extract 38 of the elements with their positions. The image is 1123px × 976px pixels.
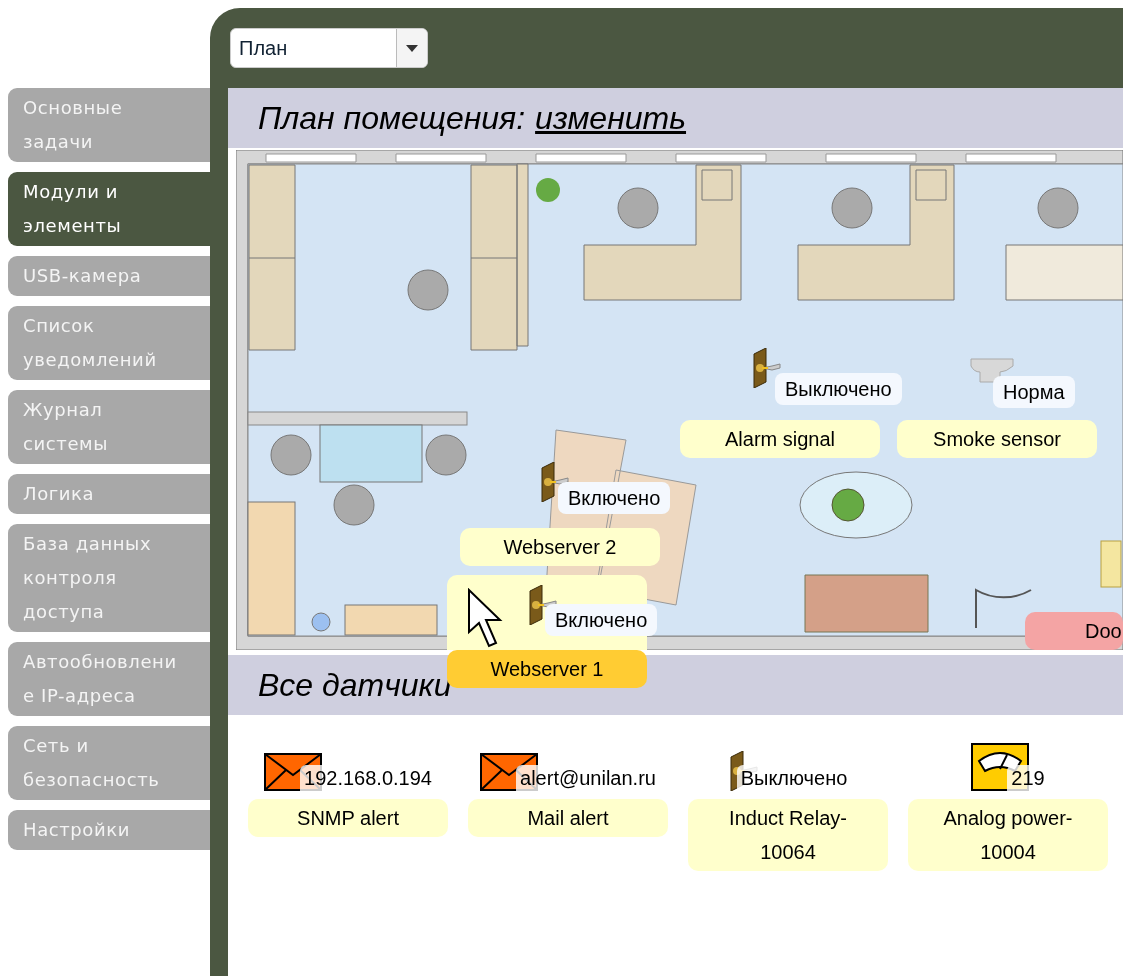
device-label[interactable]: Alarm signal bbox=[680, 420, 880, 458]
plan-title: План помещения: bbox=[258, 99, 526, 137]
chair-drawing bbox=[407, 269, 449, 311]
chair-drawing bbox=[617, 187, 659, 229]
bin-drawing bbox=[311, 612, 331, 632]
sensor-label[interactable]: Analog power-10004 bbox=[908, 799, 1108, 871]
chair-drawing bbox=[425, 434, 467, 476]
chair-drawing bbox=[270, 434, 312, 476]
chair-drawing bbox=[831, 187, 873, 229]
socket-icon bbox=[528, 585, 558, 625]
caret-icon bbox=[406, 44, 418, 52]
chair-drawing bbox=[333, 484, 375, 526]
smoke-detector-icon bbox=[970, 358, 1014, 386]
sensor-value: alert@unilan.ru bbox=[516, 765, 656, 791]
socket-icon bbox=[540, 462, 570, 502]
chair-drawing bbox=[1037, 187, 1079, 229]
view-dropdown[interactable]: План bbox=[230, 28, 428, 68]
mouse-cursor-icon bbox=[467, 588, 503, 650]
sidebar-item[interactable]: Модули и элементы bbox=[8, 172, 210, 246]
device-label[interactable]: Smoke sensor bbox=[897, 420, 1097, 458]
plant-drawing bbox=[536, 178, 560, 202]
edit-link[interactable]: изменить bbox=[535, 99, 687, 137]
device-status: Включено bbox=[558, 482, 671, 514]
device-status: Включено bbox=[545, 604, 658, 636]
sensor-value: 192.168.0.194 bbox=[300, 765, 432, 791]
device-label[interactable]: Webserver 2 bbox=[460, 528, 660, 566]
device-status: Выключено bbox=[775, 373, 902, 405]
door-sensor-icon bbox=[1100, 540, 1122, 588]
device-label[interactable]: Doo bbox=[1025, 612, 1123, 650]
plant-drawing bbox=[831, 488, 865, 522]
door-drawing bbox=[975, 589, 1032, 629]
sensor-value: 219 bbox=[1007, 765, 1045, 791]
sensor-label[interactable]: SNMP alert bbox=[248, 799, 448, 837]
sensor-label[interactable]: Induct Relay-10064 bbox=[688, 799, 888, 871]
device-status: Норма bbox=[993, 376, 1075, 408]
sensor-label[interactable]: Mail alert bbox=[468, 799, 668, 837]
sensor-value: Выключено bbox=[736, 765, 848, 791]
socket-icon bbox=[752, 348, 782, 388]
